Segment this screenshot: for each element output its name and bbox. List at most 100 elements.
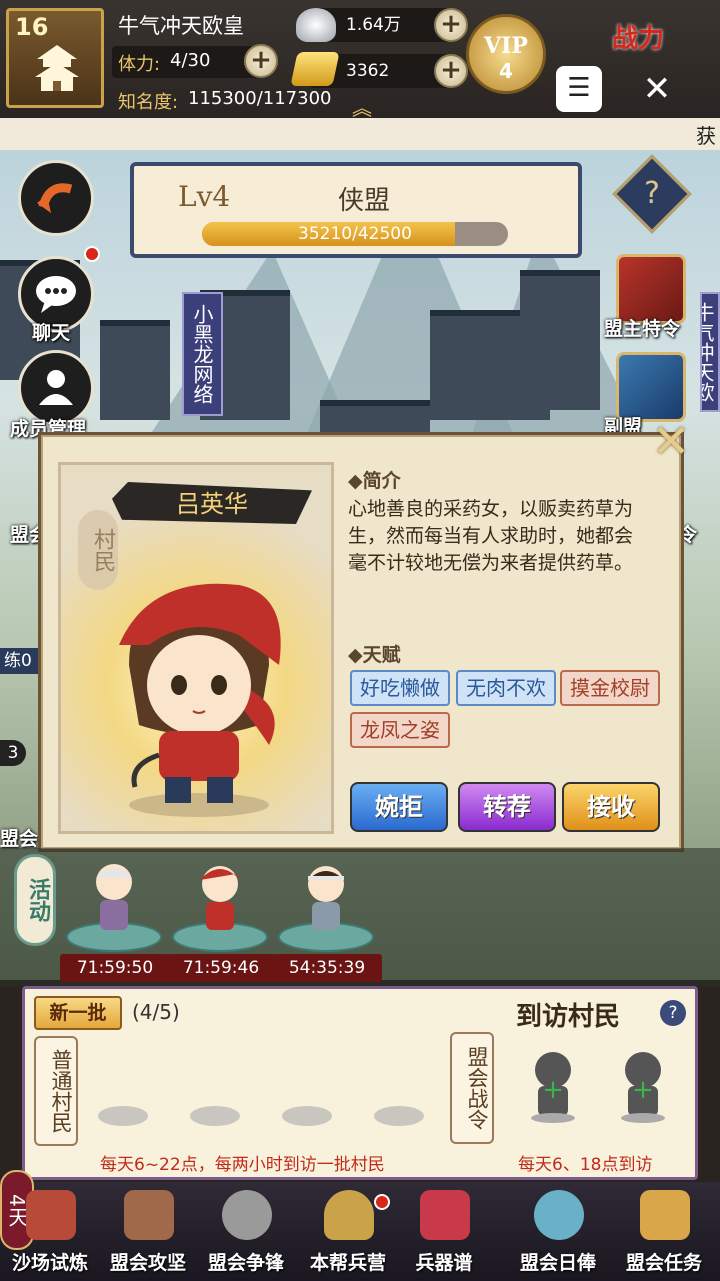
herb-girl-villager-icon[interactable]	[192, 858, 248, 936]
activity-tab[interactable]: 活动	[14, 854, 56, 946]
menu-button[interactable]: ☰	[556, 66, 602, 112]
talent-title: ◆天赋	[348, 644, 401, 666]
player-level: 16	[15, 13, 49, 41]
normal-villager-tag: 普通村民	[34, 1036, 78, 1146]
back-button[interactable]	[18, 160, 94, 236]
villager-chibi-image	[119, 583, 281, 817]
vip-label: VIP	[484, 33, 528, 59]
war-order-tag: 盟会战令	[450, 1032, 494, 1144]
villager-timer: 71:59:50	[60, 954, 170, 982]
nav-label: 沙场试炼	[11, 1252, 88, 1274]
stamina-label: 体力:	[118, 54, 161, 75]
league-level: Lv4	[178, 180, 231, 213]
talent-chip[interactable]: 好吃懒做	[350, 670, 450, 706]
leader-order-label: 盟主特令	[604, 318, 681, 340]
power-label: 战力	[612, 24, 665, 54]
chat-notification-dot	[84, 246, 100, 262]
return-arrow-icon	[37, 183, 73, 213]
intro-title: ◆简介	[348, 470, 401, 492]
visit-help-button[interactable]: ?	[660, 1000, 686, 1026]
locked-villager-silhouette[interactable]: +	[524, 1048, 582, 1124]
announcement-bar: 获	[0, 118, 720, 150]
new-batch-button[interactable]: 新一批	[34, 996, 122, 1030]
nav-alliance-contest[interactable]: 盟会争锋	[196, 1190, 296, 1278]
guild-banner-left: 小黑龙网络	[182, 292, 223, 416]
add-gold-button[interactable]: +	[434, 54, 468, 88]
count-badge: 3	[0, 740, 26, 766]
close-dialog-button[interactable]: ✕	[646, 416, 696, 466]
villager-timer: 71:59:46	[166, 954, 276, 982]
villager-name: 吕英华	[176, 490, 248, 518]
war-visit-hint: 每天6、18点到访	[518, 1155, 653, 1175]
villager-slot[interactable]	[190, 1106, 240, 1126]
contest-shield-icon	[222, 1190, 272, 1240]
locked-villager-silhouette[interactable]: +	[614, 1048, 672, 1124]
talent-chip[interactable]: 摸金校尉	[560, 670, 660, 706]
nav-label: 盟会日俸	[519, 1252, 596, 1274]
training-value: 0	[21, 651, 32, 671]
weapon-scroll-icon	[420, 1190, 470, 1240]
elder-villager-icon[interactable]	[86, 858, 142, 936]
nav-daily-salary[interactable]: 盟会日俸	[508, 1190, 608, 1278]
training-prefix: 练	[4, 651, 21, 671]
league-level-banner: Lv4 侠盟 35210/42500	[130, 162, 582, 258]
gold-bar-icon	[290, 52, 340, 86]
nav-label: 本帮兵营	[309, 1252, 386, 1274]
svg-text:+: +	[632, 1075, 654, 1105]
stamina-value: 4/30	[170, 50, 211, 71]
pagoda-icon	[35, 45, 79, 91]
arena-trial-icon	[26, 1190, 76, 1240]
recommend-button[interactable]: 转荐	[458, 782, 556, 832]
league-name: 侠盟	[338, 186, 391, 216]
talent-chip[interactable]: 无肉不欢	[456, 670, 556, 706]
chat-label: 聊天	[32, 322, 71, 344]
vip-badge[interactable]: VIP 4	[466, 14, 546, 94]
gold-value: 3362	[346, 61, 390, 81]
help-icon: ?	[644, 176, 660, 211]
intro-text: 心地善良的采药女，以贩卖药草为生，然而每当有人求助时，她都会毫不计较地无偿为来者…	[348, 498, 634, 574]
siege-fist-icon	[124, 1190, 174, 1240]
silver-ingot-icon	[296, 8, 336, 42]
salary-tree-icon	[534, 1190, 584, 1240]
talent-chip[interactable]: 龙凤之姿	[350, 712, 450, 748]
nav-label: 盟会争锋	[207, 1252, 284, 1274]
player-avatar[interactable]: 16	[6, 8, 104, 108]
villager-slot[interactable]	[374, 1106, 424, 1126]
fame-value: 115300/117300	[188, 88, 332, 109]
visiting-villagers-title: 到访村民	[516, 1002, 621, 1032]
nav-label: 盟会攻坚	[109, 1252, 186, 1274]
league-xp-text: 35210/42500	[298, 224, 412, 244]
villager-role-tag: 村民	[78, 510, 118, 590]
nav-arena-trial[interactable]: 沙场试炼	[0, 1190, 100, 1278]
nav-alliance-tasks[interactable]: 盟会任务	[614, 1190, 714, 1278]
accept-button[interactable]: 接收	[562, 782, 660, 832]
nav-label: 盟会任务	[625, 1252, 702, 1274]
barracks-notification-dot	[374, 1194, 390, 1210]
decline-button[interactable]: 婉拒	[350, 782, 448, 832]
task-horn-icon	[640, 1190, 690, 1240]
nav-label: 兵器谱	[415, 1252, 473, 1274]
nav-weapon-list[interactable]: 兵器谱	[394, 1190, 494, 1278]
swordsman-villager-icon[interactable]	[298, 858, 354, 936]
silver-value: 1.64万	[346, 15, 401, 35]
svg-text:+: +	[542, 1075, 564, 1105]
guild-banner-right: 牛气冲天欧皇	[700, 292, 720, 412]
normal-visit-hint: 每天6~22点，每两小时到访一批村民	[100, 1155, 385, 1175]
alliance-bottom-label: 盟会	[0, 828, 39, 850]
nav-alliance-siege[interactable]: 盟会攻坚	[98, 1190, 198, 1278]
announcement-text: 获	[696, 124, 716, 148]
add-silver-button[interactable]: +	[434, 8, 468, 42]
vip-level: 4	[499, 59, 513, 83]
villager-slot[interactable]	[98, 1106, 148, 1126]
expand-chevron-icon[interactable]: ︽	[352, 92, 372, 121]
add-stamina-button[interactable]: +	[244, 44, 278, 78]
league-xp-bar: 35210/42500	[202, 222, 508, 246]
close-app-button[interactable]: ✕	[632, 64, 682, 114]
members-icon	[39, 370, 73, 405]
batch-count: (4/5)	[132, 1000, 180, 1024]
villager-slot[interactable]	[282, 1106, 332, 1126]
barracks-helmet-icon	[324, 1190, 374, 1240]
player-name: 牛气冲天欧皇	[118, 14, 244, 38]
villager-timer: 54:35:39	[272, 954, 382, 982]
fame-label: 知名度:	[118, 92, 179, 113]
